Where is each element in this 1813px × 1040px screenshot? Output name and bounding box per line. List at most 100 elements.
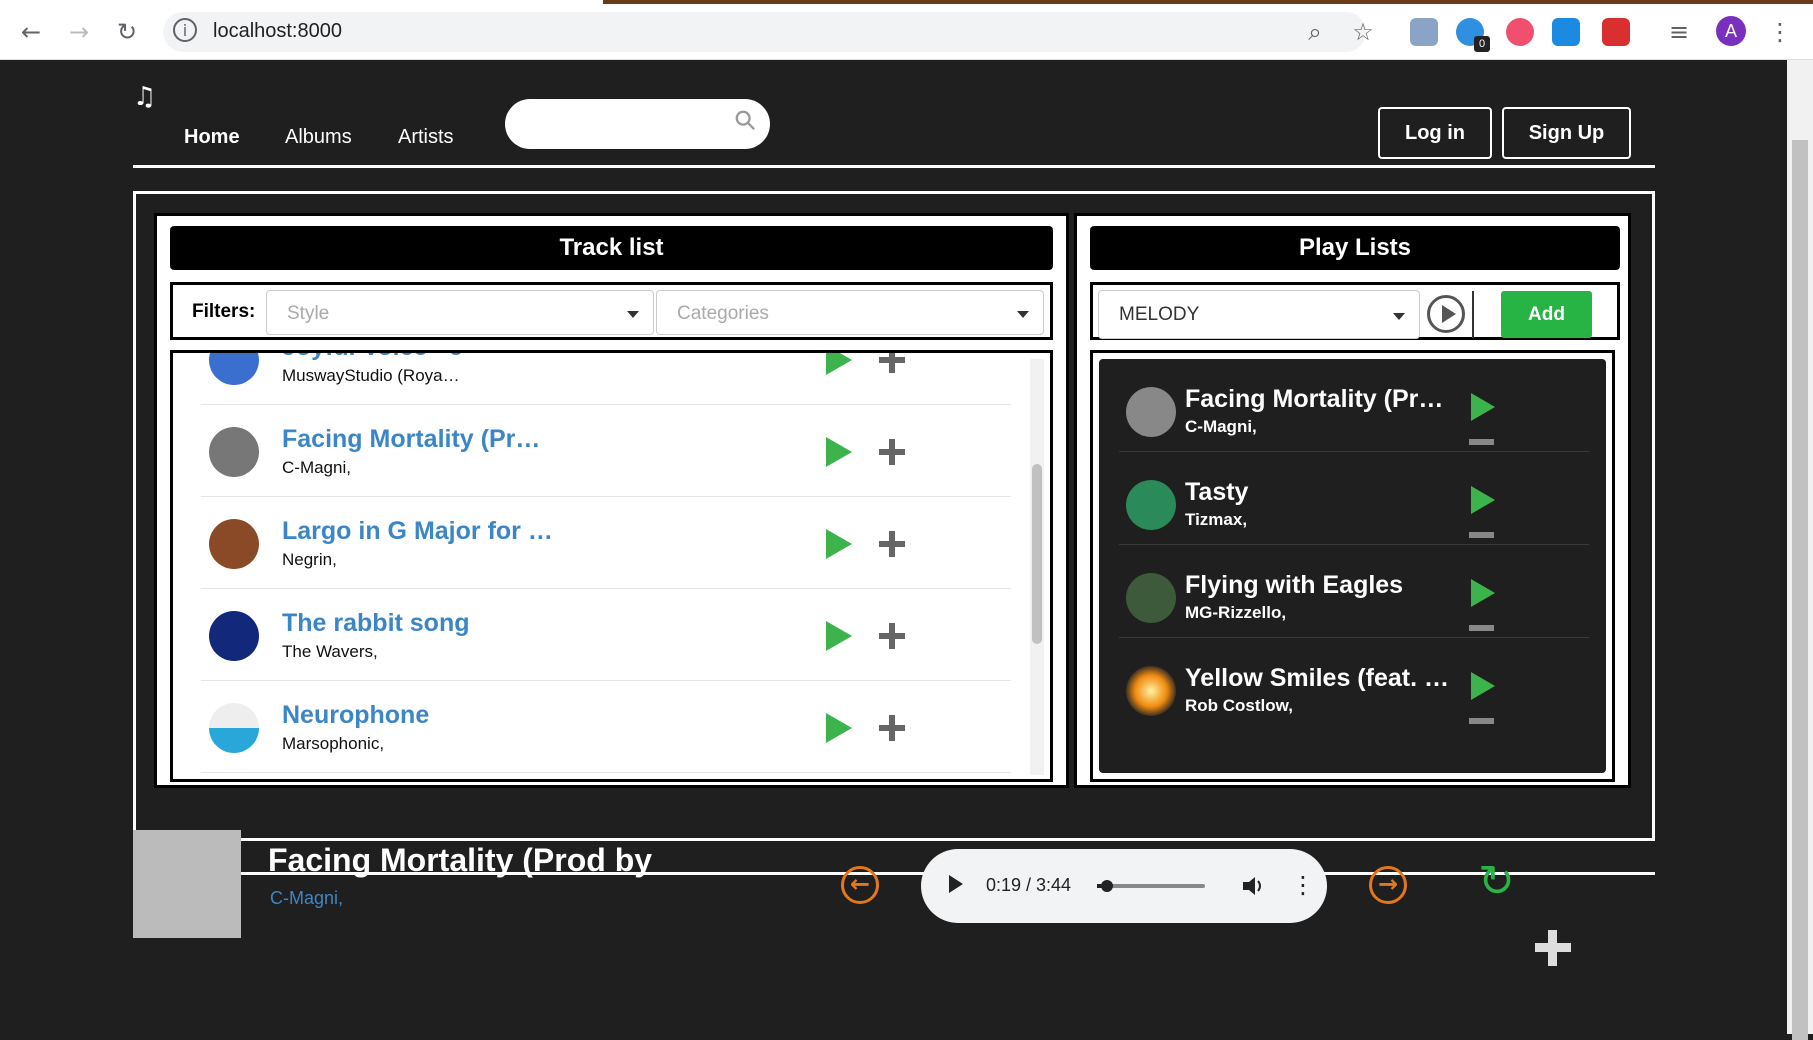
repeat-icon[interactable]: ↻ xyxy=(1478,858,1515,906)
nav-albums[interactable]: Albums xyxy=(285,126,352,149)
track-row[interactable]: The rabbit song The Wavers, xyxy=(201,589,1011,681)
app-root: ♫ Home Albums Artists Log in Sign Up Tra… xyxy=(0,60,1787,1034)
now-playing-artist[interactable]: C-Magni, xyxy=(270,888,343,909)
categories-select[interactable]: Categories xyxy=(656,290,1044,335)
track-thumbnail xyxy=(209,703,259,753)
player-options-icon[interactable]: ⋮ xyxy=(1291,871,1315,899)
add-icon[interactable] xyxy=(879,715,905,741)
play-icon[interactable] xyxy=(826,437,852,467)
reload-icon[interactable]: ↻ xyxy=(112,17,142,47)
extension-icon-1[interactable] xyxy=(1410,18,1438,46)
track-list[interactable]: Joyful Voice - J MuswayStudio (Roya… Fac… xyxy=(170,350,1053,782)
audio-player[interactable]: 0:19 / 3:44 ⋮ xyxy=(921,849,1327,923)
extension-icon-3[interactable] xyxy=(1506,18,1534,46)
search-icon[interactable] xyxy=(734,109,756,131)
playlist-row[interactable]: Facing Mortality (Pr… C-Magni, xyxy=(1119,359,1589,452)
play-icon[interactable] xyxy=(826,621,852,651)
extension-icon-5[interactable] xyxy=(1602,18,1630,46)
login-button[interactable]: Log in xyxy=(1378,107,1492,159)
seek-slider[interactable] xyxy=(1097,880,1205,892)
track-title[interactable]: Facing Mortality (Pr… xyxy=(282,425,540,454)
nav-artists[interactable]: Artists xyxy=(398,126,454,149)
tracklist-scrollbar-thumb[interactable] xyxy=(1032,464,1042,644)
forward-icon[interactable]: → xyxy=(64,17,94,47)
track-row[interactable]: Facing Mortality (Pr… C-Magni, xyxy=(201,405,1011,497)
volume-icon[interactable] xyxy=(1241,875,1265,897)
track-title[interactable]: Largo in G Major for … xyxy=(282,517,553,546)
track-title[interactable]: Joyful Voice - J xyxy=(282,353,464,362)
content-frame: Track list Filters: Style Categories Joy… xyxy=(133,191,1655,841)
seek-slider-knob[interactable] xyxy=(1100,880,1113,892)
playlist-row[interactable]: Flying with Eagles MG-Rizzello, xyxy=(1119,545,1589,638)
track-thumbnail xyxy=(209,611,259,661)
extension-icon-4[interactable] xyxy=(1552,18,1580,46)
play-icon[interactable] xyxy=(949,875,963,893)
filters-label: Filters: xyxy=(192,301,256,322)
previous-track-icon[interactable]: ← xyxy=(841,866,879,904)
play-icon[interactable] xyxy=(826,353,852,375)
profile-avatar[interactable]: A xyxy=(1716,16,1746,46)
add-playlist-button[interactable]: Add xyxy=(1501,291,1592,338)
nav-home[interactable]: Home xyxy=(184,126,240,149)
add-icon[interactable] xyxy=(879,531,905,557)
play-icon[interactable] xyxy=(826,529,852,559)
playlists-panel: Play Lists MELODY Add Facing Mortality (… xyxy=(1074,213,1631,788)
add-icon[interactable] xyxy=(879,623,905,649)
remove-icon[interactable] xyxy=(1469,625,1494,631)
divider xyxy=(1472,291,1474,338)
playlist-track-title[interactable]: Yellow Smiles (feat. … xyxy=(1185,664,1449,693)
add-icon[interactable] xyxy=(879,353,905,373)
media-queue-icon[interactable]: ≡ xyxy=(1664,17,1694,47)
address-bar[interactable] xyxy=(163,12,1366,52)
play-icon[interactable] xyxy=(826,713,852,743)
play-icon[interactable] xyxy=(1471,486,1495,514)
page-scrollbar[interactable] xyxy=(1787,60,1813,1040)
play-icon[interactable] xyxy=(1471,393,1495,421)
add-to-playlist-icon[interactable] xyxy=(1535,930,1571,966)
site-info-icon[interactable]: i xyxy=(173,18,197,42)
music-note-icon[interactable]: ♫ xyxy=(133,82,156,112)
browser-toolbar: ← → ↻ i localhost:8000 ⌕ ☆ 0 ≡ A ⋮ xyxy=(0,0,1813,60)
track-title[interactable]: The rabbit song xyxy=(282,609,470,638)
playlist-row[interactable]: Tasty Tizmax, xyxy=(1119,452,1589,545)
playlist-track-artist: C-Magni, xyxy=(1185,417,1257,436)
playlist-track-title[interactable]: Tasty xyxy=(1185,478,1248,507)
track-row[interactable]: Neurophone Marsophonic, xyxy=(201,681,1011,773)
page-scrollbar-thumb[interactable] xyxy=(1792,140,1808,1040)
playlist-track-title[interactable]: Facing Mortality (Pr… xyxy=(1185,385,1443,414)
playlist-row[interactable]: Yellow Smiles (feat. … Rob Costlow, xyxy=(1119,638,1589,731)
url-text[interactable]: localhost:8000 xyxy=(213,20,342,43)
categories-select-placeholder: Categories xyxy=(677,303,769,324)
track-thumbnail xyxy=(209,519,259,569)
track-artist: MuswayStudio (Roya… xyxy=(282,366,460,385)
bookmark-star-icon[interactable]: ☆ xyxy=(1348,17,1378,47)
back-icon[interactable]: ← xyxy=(16,17,46,47)
menu-kebab-icon[interactable]: ⋮ xyxy=(1765,17,1795,47)
next-track-icon[interactable]: → xyxy=(1369,866,1407,904)
style-select[interactable]: Style xyxy=(266,290,654,335)
playlist-track-list[interactable]: Facing Mortality (Pr… C-Magni, Tasty Tiz… xyxy=(1090,350,1615,782)
zoom-icon[interactable]: ⌕ xyxy=(1300,17,1330,47)
search-input[interactable] xyxy=(505,99,770,149)
add-icon[interactable] xyxy=(879,439,905,465)
track-row[interactable]: Joyful Voice - J MuswayStudio (Roya… xyxy=(201,353,1011,405)
play-playlist-icon[interactable] xyxy=(1427,295,1465,333)
track-artist: The Wavers, xyxy=(282,642,378,661)
tab-strip xyxy=(603,0,1813,4)
play-icon[interactable] xyxy=(1471,579,1495,607)
playlist-track-title[interactable]: Flying with Eagles xyxy=(1185,571,1403,600)
remove-icon[interactable] xyxy=(1469,718,1494,724)
extension-badge: 0 xyxy=(1474,36,1490,52)
tracklist-title: Track list xyxy=(170,226,1053,270)
play-icon[interactable] xyxy=(1471,672,1495,700)
track-row[interactable]: Largo in G Major for … Negrin, xyxy=(201,497,1011,589)
signup-button[interactable]: Sign Up xyxy=(1502,107,1631,159)
track-title[interactable]: Neurophone xyxy=(282,701,429,730)
track-thumbnail xyxy=(1126,573,1176,623)
remove-icon[interactable] xyxy=(1469,439,1494,445)
playlist-select[interactable]: MELODY xyxy=(1098,290,1420,339)
remove-icon[interactable] xyxy=(1469,532,1494,538)
tracklist-scrollbar[interactable] xyxy=(1030,359,1044,775)
track-artist: Marsophonic, xyxy=(282,734,385,753)
chevron-down-icon xyxy=(627,311,639,318)
